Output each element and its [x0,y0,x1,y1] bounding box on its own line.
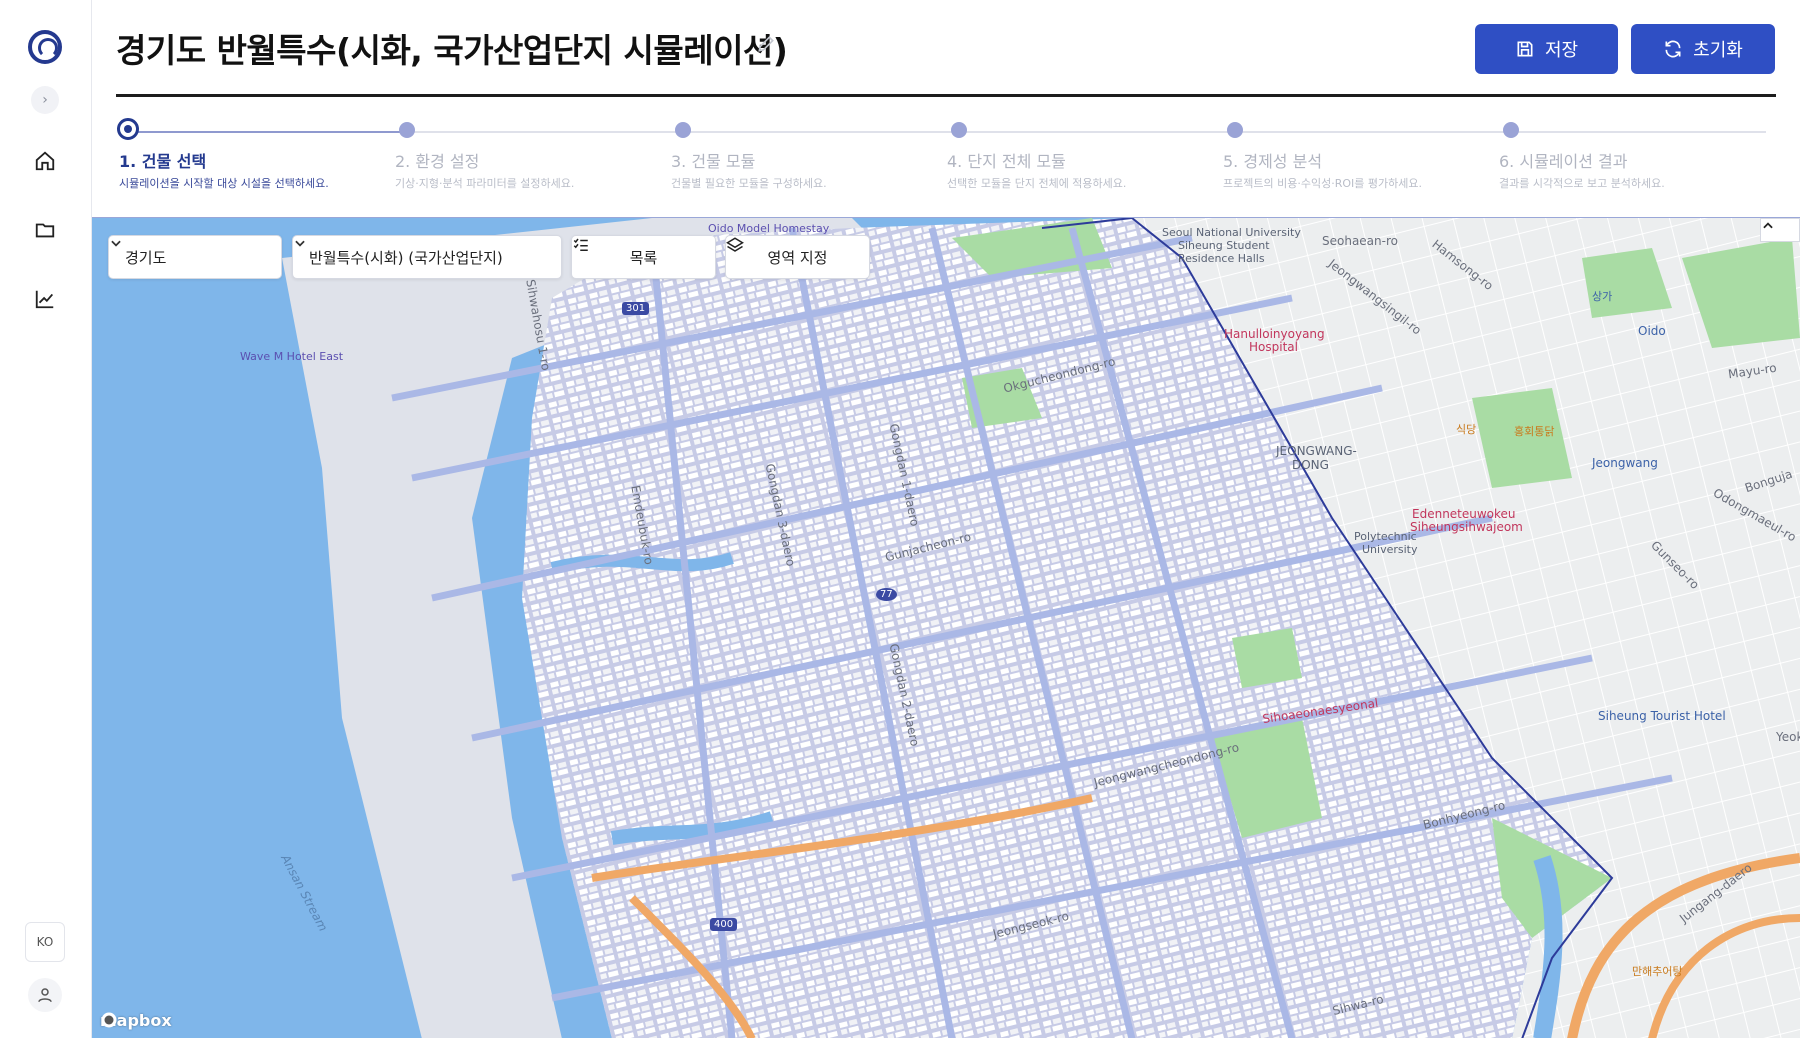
step-title: 3. 건물 모듈 [671,152,756,171]
step-desc: 시뮬레이션을 시작할 대상 시설을 선택하세요. [119,177,329,190]
map-label: 만해추어탕 [1632,965,1683,978]
complex-select[interactable]: 반월특수(시화) (국가산업단지) [292,235,562,279]
list-button-label: 목록 [629,248,658,267]
refresh-icon [1665,40,1681,58]
map-canvas [92,218,1800,1038]
map-label: 상가 [1592,290,1613,303]
app-logo[interactable] [28,30,62,64]
map-view[interactable]: Wave M Hotel East Oido Model Homestay Se… [92,217,1800,1038]
chart-icon[interactable] [30,284,60,314]
language-button[interactable]: KO [25,922,65,962]
sidebar: › KO [0,0,92,1038]
map-label: Oido Model Homestay [708,222,830,235]
reset-button[interactable]: 초기화 [1631,24,1775,74]
step-desc: 선택한 모듈을 단지 전체에 적용하세요. [947,177,1127,190]
step-dot [399,122,415,138]
province-select-value: 경기도 [125,248,167,267]
folder-icon[interactable] [30,215,60,245]
mapbox-icon [101,1012,117,1028]
map-label: Residence Halls [1178,252,1265,265]
step-dot [1227,122,1243,138]
step-title: 4. 단지 전체 모듈 [947,152,1066,171]
save-button-label: 저장 [1544,40,1579,61]
map-label: 식당 [1456,423,1477,436]
collapse-button[interactable] [1760,218,1800,242]
step-dot [1503,122,1519,138]
step-title: 5. 경제성 분석 [1223,152,1323,171]
user-icon[interactable] [28,978,62,1012]
map-label: 홍회통닭 [1514,425,1555,438]
map-label: Yeok [1776,730,1800,744]
map-label: Edenneteuwokeu [1412,507,1516,521]
save-button[interactable]: 저장 [1475,24,1618,74]
step-title: 1. 건물 선택 [119,152,207,171]
chevron-down-icon [295,240,305,247]
map-label: University [1362,543,1418,556]
complex-select-value: 반월특수(시화) (국가산업단지) [309,248,503,267]
step-desc: 결과를 시각적으로 보고 분석하세요. [1499,177,1665,190]
pencil-icon[interactable] [756,34,776,58]
step-title: 6. 시뮬레이션 결과 [1499,152,1628,171]
map-label: Wave M Hotel East [240,350,344,363]
page-title: 경기도 반월특수(시화, 국가산업단지 시뮬레이션) [116,31,788,70]
map-label: Jeongwang [1592,456,1658,470]
layers-icon [726,237,744,252]
checklist-icon [573,238,588,251]
step-desc: 기상·지형·분석 파라미터를 설정하세요. [395,177,575,190]
stepper-progress [126,131,402,133]
map-label: JEONGWANG- [1276,444,1357,458]
map-label: Oido [1638,324,1666,338]
step-dot [951,122,967,138]
step-dot [117,118,139,140]
map-label: Siheung Student [1178,239,1270,252]
step-title: 2. 환경 설정 [395,152,480,171]
map-label: Seoul National University [1162,226,1301,239]
chevron-up-icon [1763,222,1773,229]
save-icon [1517,41,1533,57]
step-dot [675,122,691,138]
chevron-right-icon: › [42,92,48,108]
header-divider [116,94,1776,97]
route-shield: 301 [622,302,650,315]
map-label: Siheung Tourist Hotel [1598,709,1726,723]
step-desc: 프로젝트의 비용·수익성·ROI를 평가하세요. [1223,177,1422,190]
route-shield: 400 [710,918,738,931]
reset-button-label: 초기화 [1693,40,1743,61]
area-select-button[interactable]: 영역 지정 [725,235,870,279]
map-label: Siheungsihwajeom [1410,520,1523,534]
map-label: Seohaean-ro [1322,234,1398,248]
map-label: Polytechnic [1354,530,1417,543]
area-select-button-label: 영역 지정 [767,248,828,267]
mapbox-logo[interactable]: mapbox [100,1011,172,1030]
chevron-down-icon [111,240,121,247]
home-icon[interactable] [30,146,60,176]
map-label: DONG [1292,458,1329,472]
sidebar-expand-button[interactable]: › [31,86,59,114]
map-label: Hospital [1249,340,1298,354]
list-button[interactable]: 목록 [571,235,716,279]
route-shield: 77 [876,588,897,601]
province-select[interactable]: 경기도 [108,235,282,279]
step-desc: 건물별 필요한 모듈을 구성하세요. [671,177,827,190]
map-label: Hanulloinyoyang [1224,327,1325,341]
